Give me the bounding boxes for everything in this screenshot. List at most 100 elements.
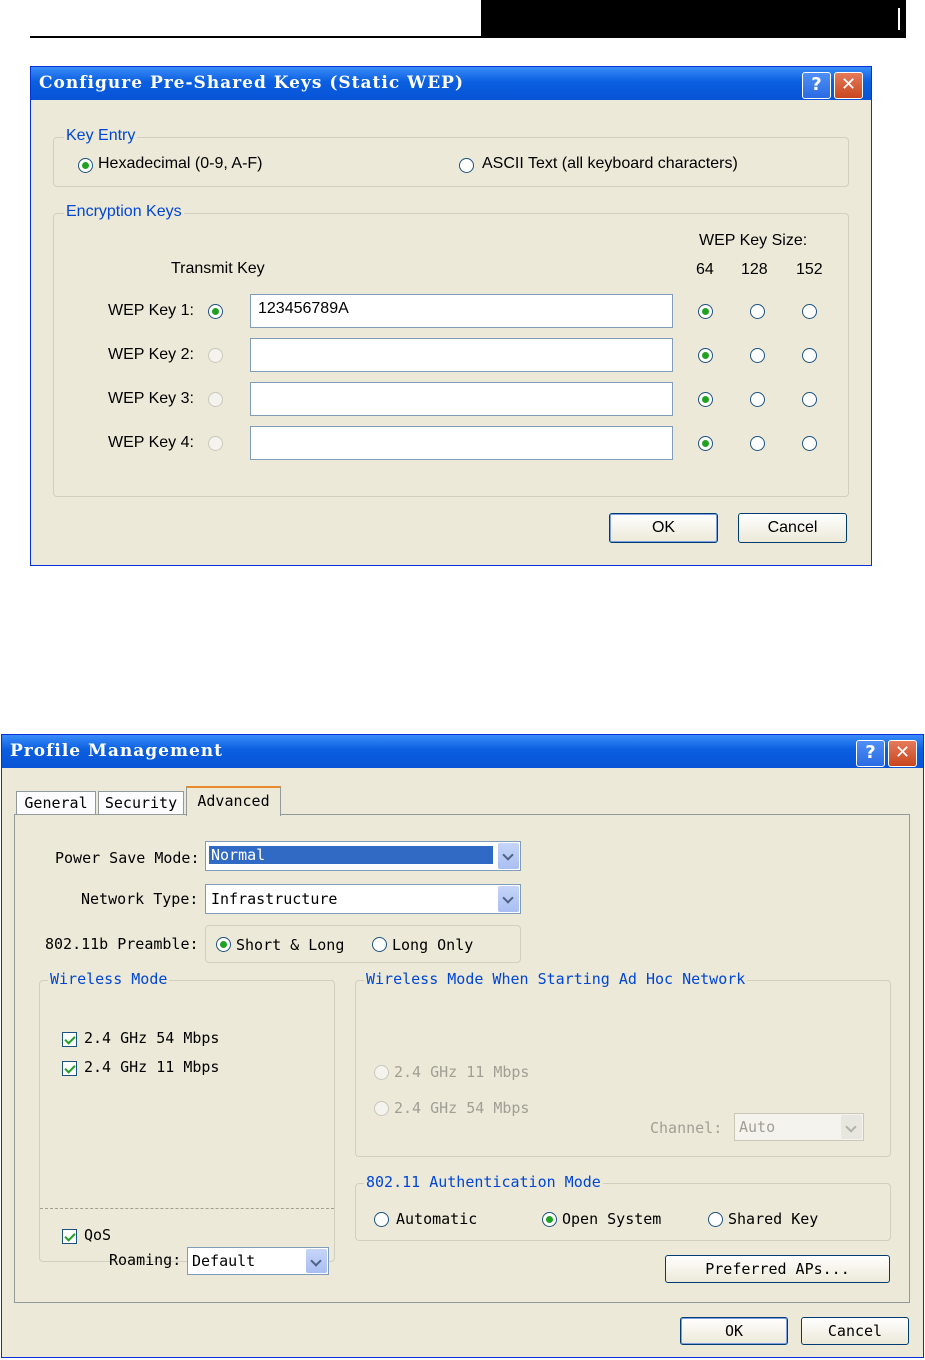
advanced-tab-panel: Power Save Mode: Normal Network Type: In… bbox=[14, 814, 910, 1303]
auth-mode-legend: 802.11 Authentication Mode bbox=[364, 1173, 603, 1191]
ok-button[interactable]: OK bbox=[680, 1317, 788, 1345]
adhoc-11-radio[interactable] bbox=[374, 1065, 389, 1080]
wep-key-2-label: WEP Key 2: bbox=[108, 346, 194, 363]
channel-label: Channel: bbox=[650, 1119, 723, 1137]
wep-key-4-input[interactable] bbox=[250, 426, 673, 460]
wep-key-3-transmit-radio[interactable] bbox=[208, 392, 223, 407]
roaming-value: Default bbox=[192, 1252, 256, 1270]
auth-automatic-label[interactable]: Automatic bbox=[396, 1210, 477, 1228]
wep-key-2-size-128[interactable] bbox=[750, 348, 765, 363]
wep-key-3-size-64[interactable] bbox=[698, 392, 713, 407]
qos-divider bbox=[40, 1208, 334, 1209]
dialog-title: Configure Pre-Shared Keys (Static WEP) bbox=[39, 73, 465, 93]
mode-11-checkbox[interactable] bbox=[62, 1061, 77, 1076]
wep-key-3-size-128[interactable] bbox=[750, 392, 765, 407]
auth-open-radio[interactable] bbox=[542, 1212, 557, 1227]
power-save-value: Normal bbox=[209, 846, 493, 864]
tab-security[interactable]: Security bbox=[98, 791, 184, 814]
wep-key-3-input[interactable] bbox=[250, 382, 673, 416]
transmit-key-header: Transmit Key bbox=[171, 260, 265, 277]
tab-advanced[interactable]: Advanced bbox=[186, 786, 281, 816]
close-button[interactable]: ✕ bbox=[888, 740, 917, 767]
qos-label[interactable]: QoS bbox=[84, 1226, 111, 1244]
adhoc-54-radio[interactable] bbox=[374, 1101, 389, 1116]
help-button[interactable]: ? bbox=[856, 740, 885, 767]
network-type-value: Infrastructure bbox=[211, 890, 338, 908]
tab-general[interactable]: General bbox=[16, 791, 96, 814]
wep-key-size-header: WEP Key Size: bbox=[699, 232, 808, 249]
dialog-title: Profile Management bbox=[10, 741, 223, 761]
auth-shared-radio[interactable] bbox=[708, 1212, 723, 1227]
network-type-label: Network Type: bbox=[81, 890, 199, 908]
key-entry-legend: Key Entry bbox=[64, 127, 138, 145]
wep-key-1-value: 123456789A bbox=[258, 300, 349, 317]
roaming-select[interactable]: Default bbox=[187, 1247, 329, 1275]
wep-key-4-size-64[interactable] bbox=[698, 436, 713, 451]
hex-radio[interactable] bbox=[78, 158, 93, 173]
preamble-group: Short & Long Long Only bbox=[205, 925, 521, 963]
wep-key-4-size-128[interactable] bbox=[750, 436, 765, 451]
page-header-rule bbox=[30, 36, 906, 38]
power-save-select[interactable]: Normal bbox=[205, 841, 521, 871]
chevron-down-icon[interactable] bbox=[498, 843, 519, 869]
ok-button[interactable]: OK bbox=[609, 513, 718, 543]
wep-key-4-size-152[interactable] bbox=[802, 436, 817, 451]
channel-select[interactable]: Auto bbox=[734, 1113, 864, 1141]
auth-shared-label[interactable]: Shared Key bbox=[728, 1210, 818, 1228]
dialog-titlebar[interactable]: Configure Pre-Shared Keys (Static WEP) ?… bbox=[31, 67, 871, 100]
adhoc-mode-legend: Wireless Mode When Starting Ad Hoc Netwo… bbox=[364, 970, 748, 988]
cancel-button[interactable]: Cancel bbox=[738, 513, 847, 543]
profile-management-dialog: Profile Management ? ✕ General Security … bbox=[1, 734, 924, 1358]
short-long-radio[interactable] bbox=[216, 937, 231, 952]
auth-automatic-radio[interactable] bbox=[374, 1212, 389, 1227]
configure-wep-dialog: Configure Pre-Shared Keys (Static WEP) ?… bbox=[30, 66, 872, 566]
auth-mode-group: 802.11 Authentication Mode Automatic Ope… bbox=[355, 1173, 891, 1241]
ascii-radio[interactable] bbox=[459, 158, 474, 173]
wep-key-1-label: WEP Key 1: bbox=[108, 302, 194, 319]
wep-key-2-input[interactable] bbox=[250, 338, 673, 372]
short-long-label[interactable]: Short & Long bbox=[236, 936, 344, 954]
power-save-label: Power Save Mode: bbox=[55, 849, 200, 867]
wireless-mode-group: Wireless Mode 2.4 GHz 54 Mbps 2.4 GHz 11… bbox=[39, 970, 335, 1262]
wireless-mode-legend: Wireless Mode bbox=[48, 970, 170, 988]
size-152-header: 152 bbox=[796, 261, 823, 278]
encryption-keys-group: Encryption Keys Transmit Key WEP Key Siz… bbox=[53, 203, 849, 497]
wep-key-4-transmit-radio[interactable] bbox=[208, 436, 223, 451]
wep-key-2-size-64[interactable] bbox=[698, 348, 713, 363]
network-type-select[interactable]: Infrastructure bbox=[205, 884, 521, 914]
wep-key-1-size-128[interactable] bbox=[750, 304, 765, 319]
wep-key-1-input[interactable]: 123456789A bbox=[250, 294, 673, 328]
page-header-bar bbox=[481, 0, 906, 36]
qos-checkbox[interactable] bbox=[62, 1229, 77, 1244]
ascii-label[interactable]: ASCII Text (all keyboard characters) bbox=[482, 155, 738, 173]
wep-key-3-size-152[interactable] bbox=[802, 392, 817, 407]
wep-key-1-transmit-radio[interactable] bbox=[208, 304, 223, 319]
close-button[interactable]: ✕ bbox=[834, 72, 863, 99]
auth-open-label[interactable]: Open System bbox=[562, 1210, 661, 1228]
chevron-down-icon[interactable] bbox=[841, 1115, 862, 1139]
wep-key-3-label: WEP Key 3: bbox=[108, 390, 194, 407]
cancel-button[interactable]: Cancel bbox=[801, 1317, 909, 1345]
hex-label[interactable]: Hexadecimal (0-9, A-F) bbox=[98, 155, 263, 173]
wep-key-1-size-152[interactable] bbox=[802, 304, 817, 319]
chevron-down-icon[interactable] bbox=[306, 1249, 327, 1273]
channel-value: Auto bbox=[739, 1118, 776, 1136]
size-64-header: 64 bbox=[696, 261, 714, 278]
key-entry-group: Key Entry Hexadecimal (0-9, A-F) ASCII T… bbox=[53, 127, 849, 187]
chevron-down-icon[interactable] bbox=[498, 886, 519, 912]
long-only-label[interactable]: Long Only bbox=[392, 936, 473, 954]
preferred-aps-button[interactable]: Preferred APs... bbox=[665, 1255, 890, 1283]
adhoc-54-label[interactable]: 2.4 GHz 54 Mbps bbox=[394, 1099, 529, 1117]
wep-key-1-size-64[interactable] bbox=[698, 304, 713, 319]
wep-key-4-label: WEP Key 4: bbox=[108, 434, 194, 451]
mode-54-checkbox[interactable] bbox=[62, 1032, 77, 1047]
help-button[interactable]: ? bbox=[802, 72, 831, 99]
mode-54-label[interactable]: 2.4 GHz 54 Mbps bbox=[84, 1029, 219, 1047]
wep-key-2-transmit-radio[interactable] bbox=[208, 348, 223, 363]
adhoc-mode-group: Wireless Mode When Starting Ad Hoc Netwo… bbox=[355, 970, 891, 1157]
mode-11-label[interactable]: 2.4 GHz 11 Mbps bbox=[84, 1058, 219, 1076]
dialog-titlebar[interactable]: Profile Management ? ✕ bbox=[2, 735, 923, 768]
adhoc-11-label[interactable]: 2.4 GHz 11 Mbps bbox=[394, 1063, 529, 1081]
long-only-radio[interactable] bbox=[372, 937, 387, 952]
wep-key-2-size-152[interactable] bbox=[802, 348, 817, 363]
